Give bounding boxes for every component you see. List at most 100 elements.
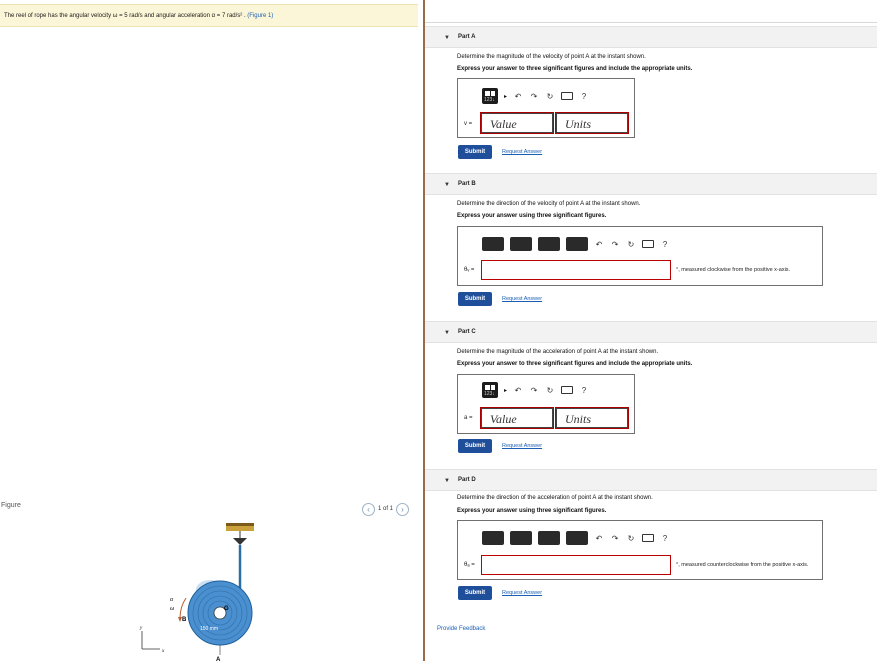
y-axis-label: y — [139, 626, 143, 631]
part-b-title: Part B — [458, 181, 476, 187]
keyboard-icon[interactable] — [561, 386, 574, 394]
part-c-units-input[interactable]: Units — [555, 407, 629, 429]
vector-icon[interactable] — [510, 237, 532, 251]
collapse-triangle-icon[interactable]: ▼ — [444, 182, 450, 188]
part-d-header[interactable]: ▼ Part D — [425, 469, 877, 491]
undo-icon[interactable]: ↶ — [594, 240, 604, 249]
part-a-request-answer[interactable]: Request Answer — [502, 149, 542, 155]
dimension-label: 150 mm — [200, 626, 218, 632]
part-b-suffix: °, measured clockwise from the positive … — [676, 267, 791, 273]
part-b-toolbar: ↶ ↷ ↻ ? — [482, 233, 670, 255]
part-b-submit-button[interactable]: Submit — [458, 292, 492, 306]
symbols-icon[interactable] — [566, 531, 588, 545]
templates-icon[interactable]: 123↓ — [482, 382, 498, 398]
part-c-request-answer[interactable]: Request Answer — [502, 443, 542, 449]
part-a-answer-box: 123↓ ▸ ↶ ↷ ↻ ? v = Value Units — [457, 78, 635, 138]
keyboard-icon[interactable] — [561, 92, 574, 100]
part-d-question: Determine the direction of the accelerat… — [457, 495, 653, 501]
part-b-instruction: Express your answer using three signific… — [457, 213, 607, 219]
redo-icon[interactable]: ↷ — [610, 240, 620, 249]
collapse-triangle-icon[interactable]: ▼ — [444, 35, 450, 41]
point-a-label: A — [216, 657, 221, 661]
figure-image: α ω B G 150 mm A y x — [139, 523, 254, 661]
templates-icon[interactable] — [482, 237, 504, 251]
x-axis-label: x — [161, 649, 165, 654]
dropdown-icon[interactable]: ▸ — [504, 93, 507, 100]
templates-icon[interactable] — [482, 531, 504, 545]
problem-statement: The reel of rope has the angular velocit… — [0, 4, 418, 27]
point-g-label: G — [224, 606, 229, 612]
part-d-suffix: °, measured counterclockwise from the po… — [676, 562, 809, 568]
problem-pane: The reel of rope has the angular velocit… — [0, 0, 424, 661]
help-icon[interactable]: ? — [660, 534, 670, 543]
reset-icon[interactable]: ↻ — [545, 92, 555, 101]
part-d-request-answer[interactable]: Request Answer — [502, 590, 542, 596]
problem-text: The reel of rope has the angular velocit… — [4, 13, 248, 19]
matrix-icon[interactable] — [538, 531, 560, 545]
figure-pager: ‹ 1 of 1 › — [362, 502, 410, 516]
chevron-left-icon[interactable]: ‹ — [362, 502, 375, 516]
part-c-title: Part C — [458, 329, 476, 335]
part-c-toolbar: 123↓ ▸ ↶ ↷ ↻ ? — [482, 379, 589, 401]
part-c-question: Determine the magnitude of the accelerat… — [457, 349, 659, 355]
undo-icon[interactable]: ↶ — [513, 386, 523, 395]
help-icon[interactable]: ? — [579, 386, 589, 395]
chevron-right-icon[interactable]: › — [396, 502, 410, 516]
symbols-icon[interactable] — [566, 237, 588, 251]
part-c-submit-button[interactable]: Submit — [458, 439, 492, 453]
figure-link[interactable]: (Figure 1) — [247, 13, 273, 19]
part-c-value-input[interactable]: Value — [480, 407, 554, 429]
redo-icon[interactable]: ↷ — [610, 534, 620, 543]
part-b-answer-box: ↶ ↷ ↻ ? θᵥ = °, measured clockwise from … — [457, 226, 823, 286]
part-a-title: Part A — [458, 34, 476, 40]
part-a-submit-button[interactable]: Submit — [458, 145, 492, 159]
part-a-header[interactable]: ▼ Part A — [425, 26, 877, 48]
part-b-var-label: θᵥ = — [464, 267, 475, 273]
provide-feedback-link[interactable]: Provide Feedback — [437, 626, 485, 632]
collapse-triangle-icon[interactable]: ▼ — [444, 478, 450, 484]
part-b-header[interactable]: ▼ Part B — [425, 173, 877, 195]
part-d-toolbar: ↶ ↷ ↻ ? — [482, 527, 670, 549]
part-b-question: Determine the direction of the velocity … — [457, 201, 641, 207]
help-icon[interactable]: ? — [660, 240, 670, 249]
part-a-value-input[interactable]: Value — [480, 112, 554, 134]
pager-text: 1 of 1 — [378, 506, 394, 512]
keyboard-icon[interactable] — [642, 240, 654, 248]
part-a-units-input[interactable]: Units — [555, 112, 629, 134]
part-b-answer-input[interactable] — [481, 260, 671, 280]
part-a-question: Determine the magnitude of the velocity … — [457, 54, 646, 60]
templates-icon[interactable]: 123↓ — [482, 88, 498, 104]
part-a-toolbar: 123↓ ▸ ↶ ↷ ↻ ? — [482, 85, 589, 107]
omega-label: ω — [170, 606, 174, 612]
part-d-title: Part D — [458, 477, 476, 483]
part-a-instruction: Express your answer to three significant… — [457, 66, 693, 72]
alpha-label: α — [170, 597, 174, 603]
part-b-request-answer[interactable]: Request Answer — [502, 296, 542, 302]
ceiling-mount — [226, 526, 254, 531]
reset-icon[interactable]: ↻ — [545, 386, 555, 395]
part-d-submit-button[interactable]: Submit — [458, 586, 492, 600]
reset-icon[interactable]: ↻ — [626, 534, 636, 543]
part-d-answer-box: ↶ ↷ ↻ ? θₐ = °, measured counterclockwis… — [457, 520, 823, 580]
undo-icon[interactable]: ↶ — [594, 534, 604, 543]
part-c-instruction: Express your answer to three significant… — [457, 361, 693, 367]
redo-icon[interactable]: ↷ — [529, 386, 539, 395]
part-a-var-label: v = — [464, 121, 473, 127]
point-b-label: B — [182, 617, 187, 623]
undo-icon[interactable]: ↶ — [513, 92, 523, 101]
answer-pane: ▼ Part A Determine the magnitude of the … — [425, 0, 877, 661]
collapse-triangle-icon[interactable]: ▼ — [444, 330, 450, 336]
redo-icon[interactable]: ↷ — [529, 92, 539, 101]
help-icon[interactable]: ? — [579, 92, 589, 101]
dropdown-icon[interactable]: ▸ — [504, 387, 507, 394]
part-c-answer-box: 123↓ ▸ ↶ ↷ ↻ ? a = Value Units — [457, 374, 635, 434]
matrix-icon[interactable] — [538, 237, 560, 251]
part-c-header[interactable]: ▼ Part C — [425, 321, 877, 343]
reset-icon[interactable]: ↻ — [626, 240, 636, 249]
figure-label: Figure — [1, 502, 21, 509]
part-d-answer-input[interactable] — [481, 555, 671, 575]
part-d-var-label: θₐ = — [464, 562, 475, 568]
part-d-instruction: Express your answer using three signific… — [457, 508, 607, 514]
vector-icon[interactable] — [510, 531, 532, 545]
keyboard-icon[interactable] — [642, 534, 654, 542]
